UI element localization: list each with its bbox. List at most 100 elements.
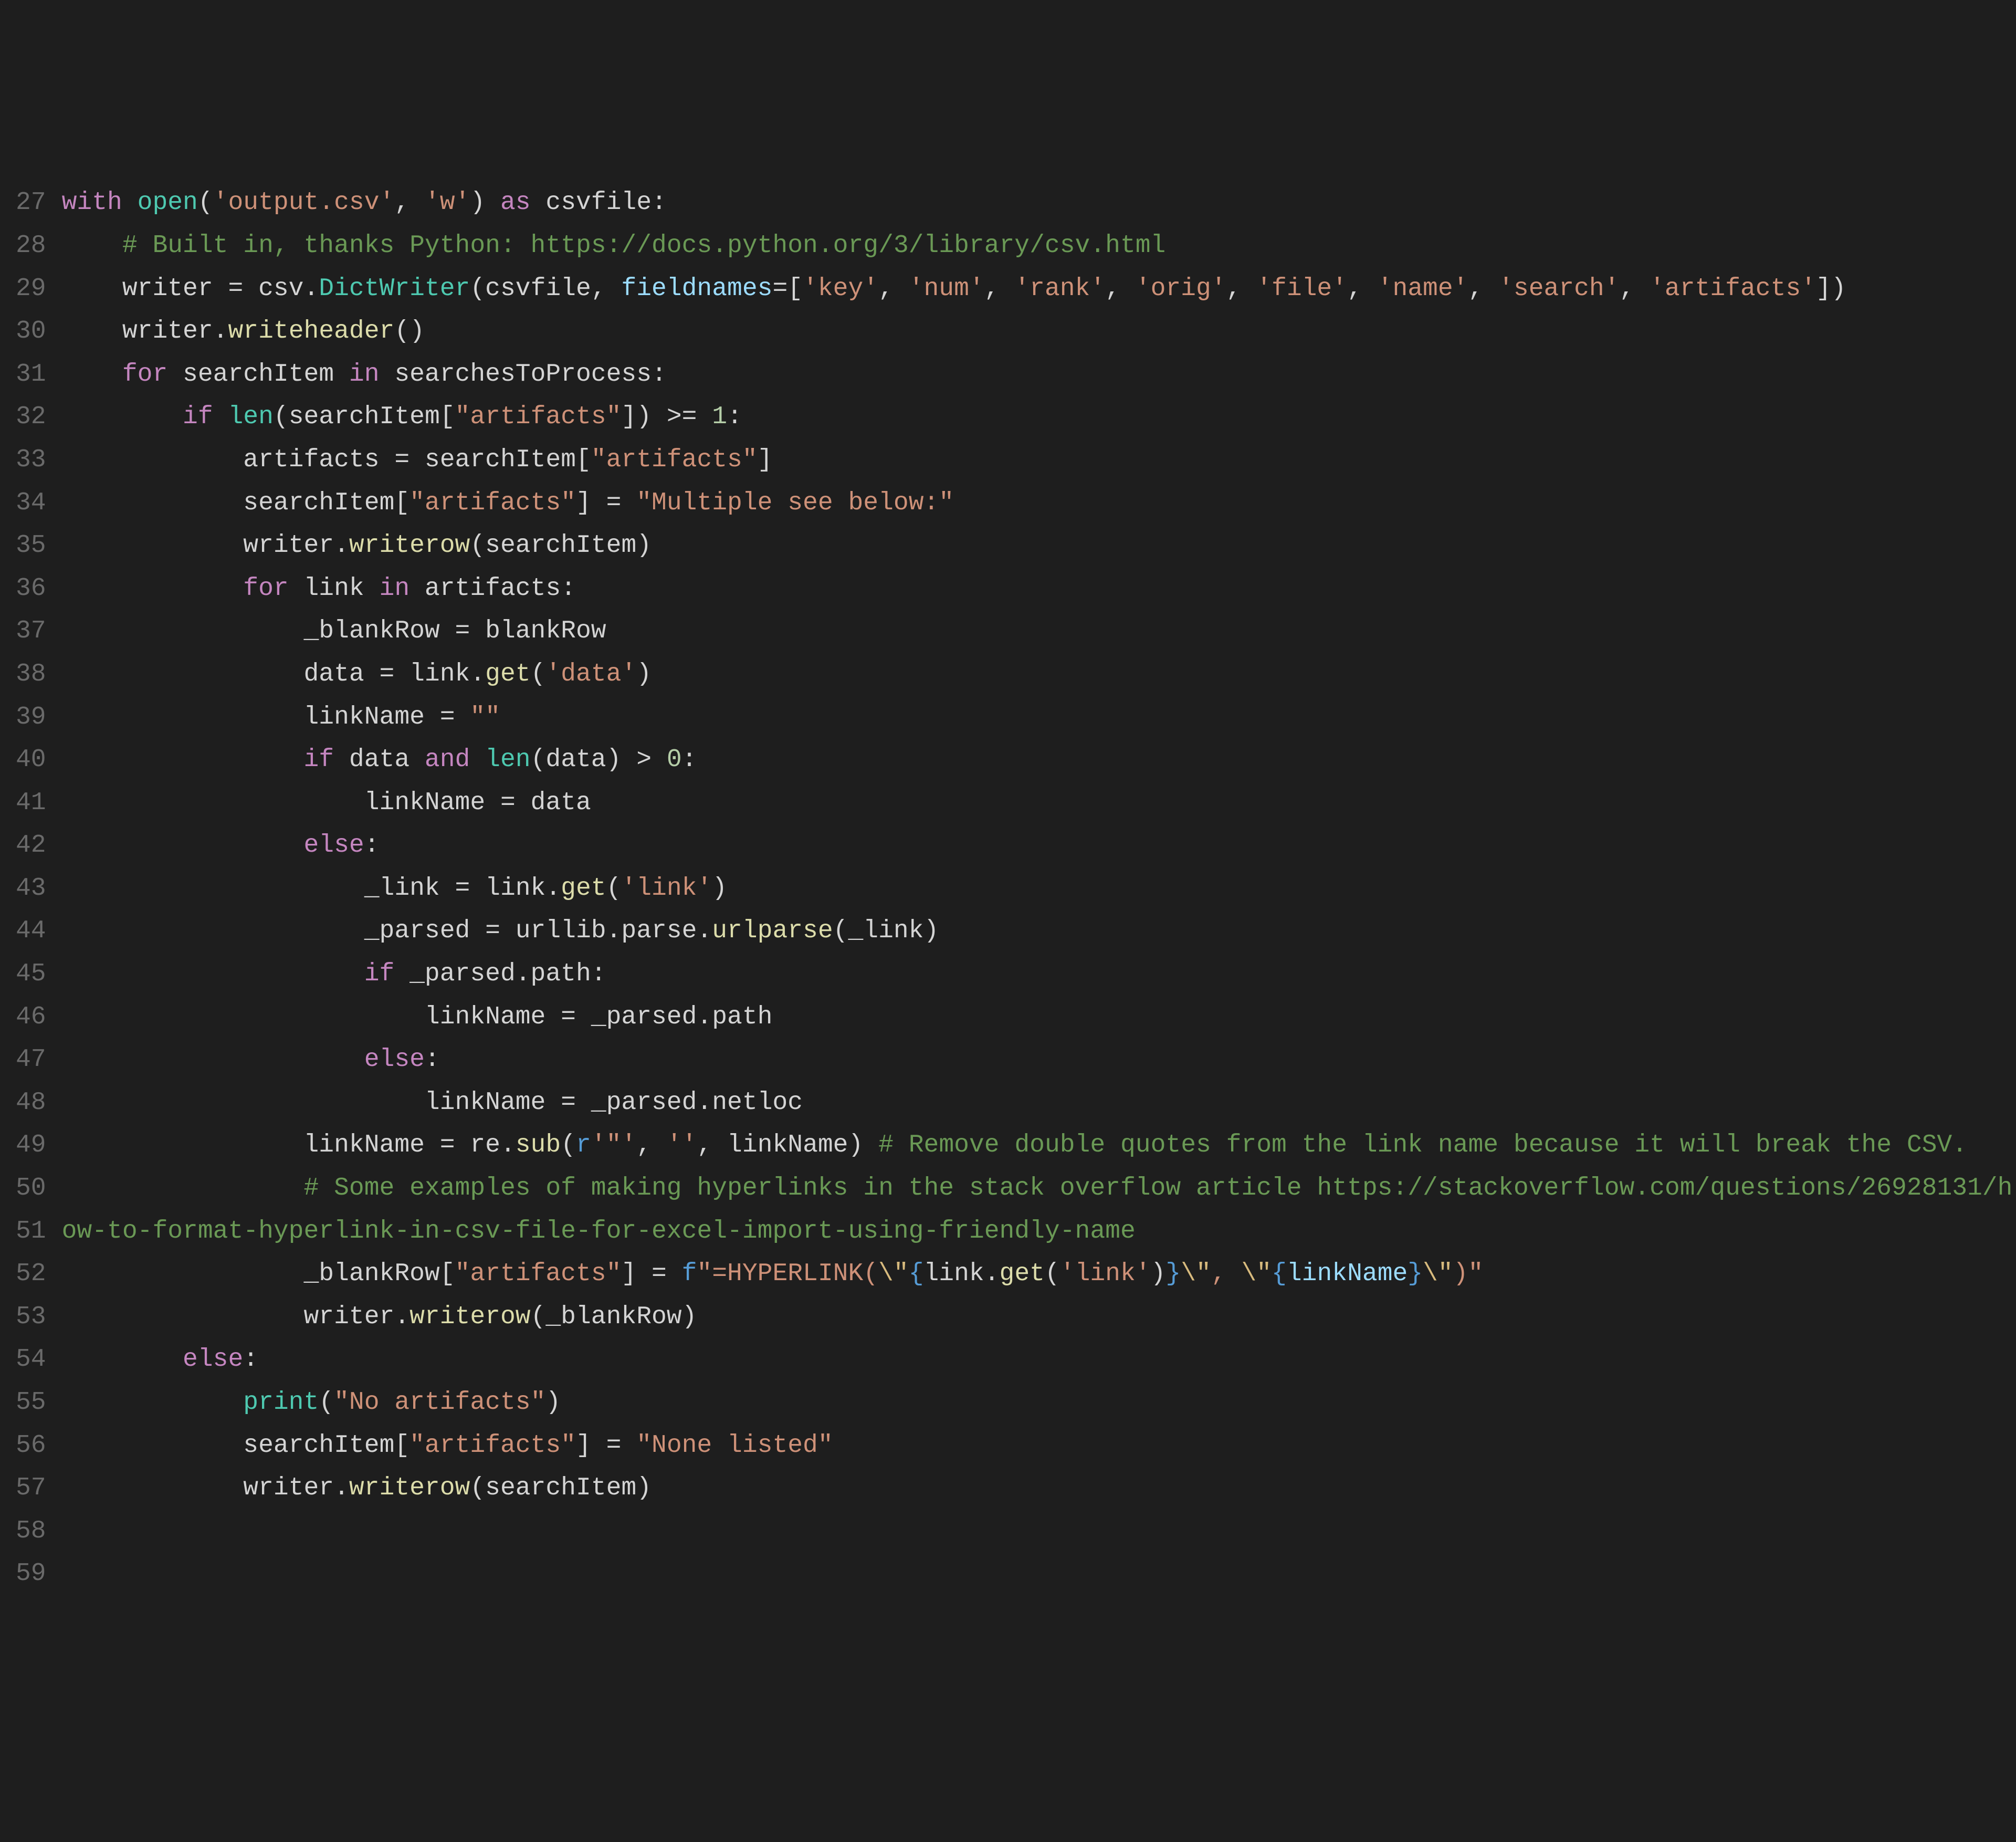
code-line: if _parsed.path: — [62, 953, 2016, 996]
code-content[interactable]: with open('output.csv', 'w') as csvfile:… — [62, 182, 2016, 1596]
line-number-gutter: 27 28 29 30 31 32 33 34 35 36 37 38 39 4… — [0, 182, 62, 1596]
code-line: linkName = re.sub(r'"', '', linkName) # … — [62, 1124, 2016, 1167]
code-token: "artifacts" — [455, 403, 622, 431]
code-token: : — [243, 1345, 258, 1374]
code-token: (searchItem[ — [274, 403, 455, 431]
code-token: _blankRow[ — [62, 1260, 455, 1288]
code-token: 'artifacts' — [1650, 275, 1816, 303]
code-token: '"' — [591, 1131, 636, 1159]
code-token — [62, 360, 122, 389]
code-token: print — [243, 1388, 319, 1417]
code-token: writerow — [349, 531, 470, 560]
code-line: for link in artifacts: — [62, 568, 2016, 611]
code-token: urlparse — [712, 917, 833, 945]
code-token: ) — [712, 874, 727, 903]
code-token: \" — [1181, 1260, 1211, 1288]
code-token: , — [1347, 275, 1378, 303]
code-token: if — [303, 746, 334, 774]
code-token: artifacts = searchItem[ — [62, 446, 591, 474]
code-token: # Remove double quotes from the link nam… — [878, 1131, 1967, 1159]
code-line: else: — [62, 1039, 2016, 1082]
code-editor[interactable]: 27 28 29 30 31 32 33 34 35 36 37 38 39 4… — [0, 182, 2016, 1596]
code-token: writer. — [62, 1474, 349, 1502]
code-token: writerow — [410, 1303, 530, 1331]
code-token: , — [1620, 275, 1650, 303]
code-line: _link = link.get('link') — [62, 867, 2016, 910]
code-token: , — [1105, 275, 1136, 303]
code-token: r — [576, 1131, 591, 1159]
code-token: for — [243, 574, 288, 603]
code-token: \" — [1423, 1260, 1453, 1288]
code-token: "" — [470, 703, 500, 731]
code-line: searchItem["artifacts"] = "None listed" — [62, 1425, 2016, 1468]
code-token: "None listed" — [636, 1431, 833, 1460]
code-token: ) — [545, 1388, 561, 1417]
code-token: (_link) — [833, 917, 939, 945]
code-token: searchItem[ — [62, 489, 410, 517]
code-token: get — [561, 874, 606, 903]
code-token: 1 — [712, 403, 727, 431]
code-line: writer = csv.DictWriter(csvfile, fieldna… — [62, 268, 2016, 311]
code-token — [213, 403, 228, 431]
code-token: _parsed = urllib.parse. — [62, 917, 712, 945]
code-token: csvfile: — [531, 189, 667, 217]
code-token: searchItem — [167, 360, 349, 389]
code-token: ( — [319, 1388, 334, 1417]
code-line: # Some examples of making hyperlinks in … — [62, 1167, 2016, 1253]
code-token: _parsed.path: — [394, 960, 606, 988]
code-token: # Some examples of making hyperlinks in … — [62, 1174, 2013, 1246]
code-token: 'rank' — [1014, 275, 1105, 303]
code-token: # Built in, thanks Python: https://docs.… — [122, 232, 1166, 260]
code-token: _link = link. — [62, 874, 561, 903]
code-token: , — [1211, 1260, 1242, 1288]
code-token: sub — [516, 1131, 561, 1159]
code-token: get — [1000, 1260, 1045, 1288]
code-token: , linkName) — [697, 1131, 878, 1159]
code-token: : — [364, 831, 380, 860]
code-line: linkName = _parsed.netloc — [62, 1082, 2016, 1125]
code-token: 'key' — [803, 275, 878, 303]
code-token: get — [485, 660, 530, 688]
code-token — [122, 189, 138, 217]
code-token: 'link' — [621, 874, 712, 903]
code-token: : — [682, 746, 697, 774]
code-token: "artifacts" — [410, 1431, 576, 1460]
code-token: 'file' — [1256, 275, 1347, 303]
code-token: 'link' — [1060, 1260, 1151, 1288]
code-token: writer. — [62, 317, 228, 346]
code-token: } — [1166, 1260, 1181, 1288]
code-line: linkName = data — [62, 782, 2016, 825]
code-token: ]) — [1816, 275, 1846, 303]
code-token: link — [289, 574, 380, 603]
code-token: =[ — [772, 275, 803, 303]
code-line: writer.writeheader() — [62, 310, 2016, 353]
code-token: as — [500, 189, 531, 217]
code-line: searchItem["artifacts"] = "Multiple see … — [62, 482, 2016, 525]
code-line: if data and len(data) > 0: — [62, 739, 2016, 782]
code-token: ) — [636, 660, 652, 688]
code-token: data = link. — [62, 660, 486, 688]
code-token: writer. — [62, 531, 349, 560]
code-line: linkName = "" — [62, 696, 2016, 739]
code-token: \" — [1241, 1260, 1272, 1288]
code-line: with open('output.csv', 'w') as csvfile: — [62, 182, 2016, 225]
code-token — [470, 746, 485, 774]
code-token — [62, 232, 122, 260]
code-token: linkName = data — [62, 789, 591, 817]
code-token: (searchItem) — [470, 531, 652, 560]
code-token: "artifacts" — [455, 1260, 622, 1288]
code-token — [62, 1388, 244, 1417]
code-token: searchesToProcess: — [380, 360, 667, 389]
code-line: writer.writerow(searchItem) — [62, 1467, 2016, 1510]
code-token: open — [138, 189, 198, 217]
code-token: : — [727, 403, 742, 431]
code-token: 'w' — [425, 189, 470, 217]
code-token: for — [122, 360, 167, 389]
code-token: linkName = re. — [62, 1131, 516, 1159]
code-line: artifacts = searchItem["artifacts"] — [62, 439, 2016, 482]
code-token: , — [984, 275, 1015, 303]
code-token: (_blankRow) — [531, 1303, 697, 1331]
code-token: writeheader — [228, 317, 394, 346]
code-token — [62, 831, 304, 860]
code-token: "Multiple see below:" — [636, 489, 954, 517]
